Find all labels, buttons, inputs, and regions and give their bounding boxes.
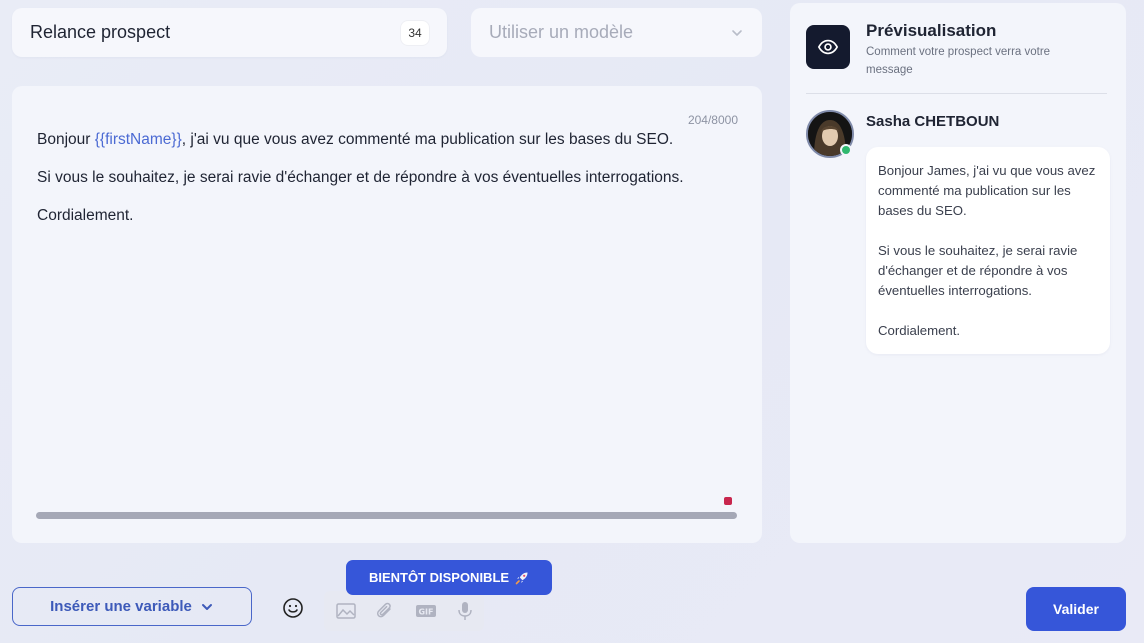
message-line-1-prefix: Bonjour [37,131,95,148]
chevron-down-icon [732,29,742,36]
microphone-icon [458,602,472,620]
template-select[interactable]: Utiliser un modèle [471,8,762,57]
eye-icon [817,39,839,55]
coming-soon-label: BIENTÔT DISPONIBLE [368,570,510,585]
message-line-1-suffix: , j'ai vu que vous avez commenté ma publ… [181,131,674,148]
validate-label: Valider [1053,601,1099,617]
insert-variable-button[interactable]: Insérer une variable [12,587,252,626]
attachment-icon [377,602,391,618]
rocket-icon [515,572,528,584]
image-icon [336,603,356,619]
resize-handle[interactable] [724,497,732,505]
message-line-2: Si vous le souhaitez, je serai ravie d'é… [37,169,684,186]
coming-soon-badge: BIENTÔT DISPONIBLE [346,560,552,595]
message-line-3: Cordialement. [37,207,134,224]
emoji-icon[interactable] [282,597,304,619]
preview-panel: Prévisualisation Comment votre prospect … [790,3,1126,543]
preview-subtitle: Comment votre prospect verra votre messa… [866,46,1051,76]
message-editor-screen: Relance prospect 34 Utiliser un modèle 2… [0,0,1144,643]
preview-paragraph-2: Si vous le souhaitez, je serai ravie d'é… [878,243,1078,298]
template-select-placeholder: Utiliser un modèle [489,22,634,42]
preview-divider [806,93,1107,94]
validate-button[interactable]: Valider [1026,587,1126,631]
coming-soon-tools: GIF [324,591,484,631]
firstname-variable-token[interactable]: {{firstName}} [95,131,182,148]
chevron-down-icon [201,603,212,610]
preview-paragraph-1: Bonjour James, j'ai vu que vous avez com… [878,163,1096,218]
message-char-count: 204/8000 [687,113,738,127]
preview-paragraph-3: Cordialement. [878,323,961,338]
online-status-dot [840,144,852,156]
title-char-count-badge: 34 [401,20,429,45]
message-title[interactable]: Relance prospect [30,22,170,43]
message-editor[interactable]: 204/8000 Bonjour {{firstName}}, j'ai vu … [12,86,762,543]
message-line-1: Bonjour {{firstName}}, j'ai vu que vous … [37,130,737,149]
gif-icon: GIF [416,605,436,617]
preview-eye-badge [806,25,850,69]
preview-title: Prévisualisation [866,21,997,40]
message-body[interactable]: Bonjour {{firstName}}, j'ai vu que vous … [37,130,737,244]
preview-message-bubble: Bonjour James, j'ai vu que vous avez com… [866,147,1110,354]
sender-name: Sasha CHETBOUN [866,113,1000,130]
insert-variable-label: Insérer une variable [50,598,192,615]
horizontal-scrollbar[interactable] [36,512,737,519]
message-title-field[interactable]: Relance prospect 34 [12,8,447,57]
svg-text:GIF: GIF [418,608,433,617]
